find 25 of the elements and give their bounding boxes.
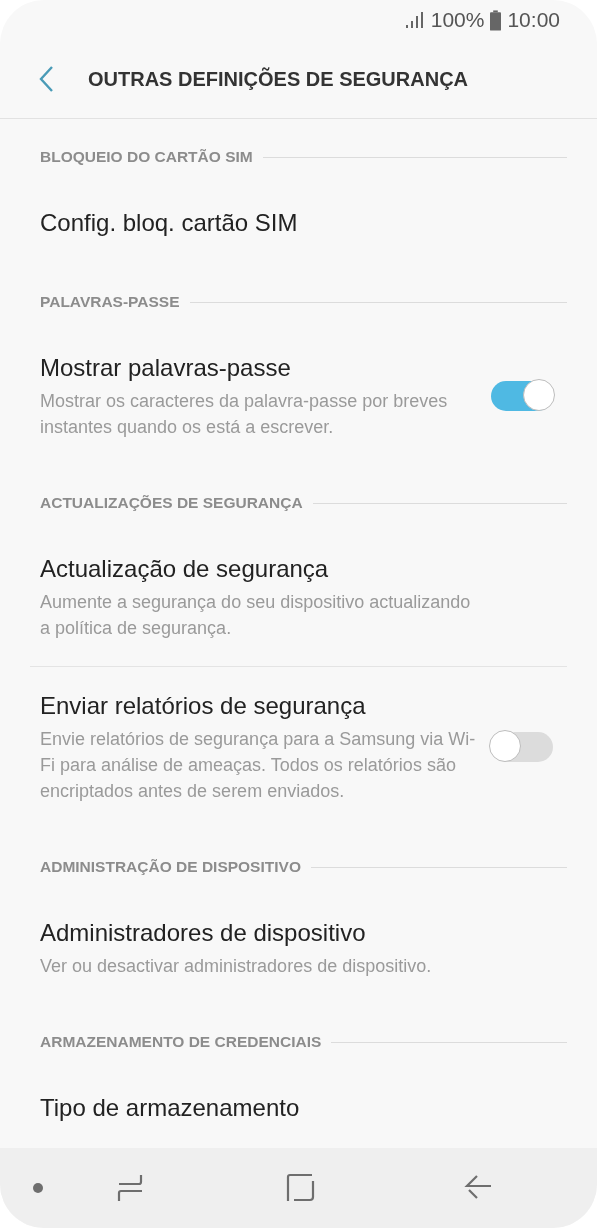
dot-icon[interactable] bbox=[32, 1182, 44, 1194]
section-heading: PALAVRAS-PASSE bbox=[40, 293, 180, 311]
setting-title[interactable]: Tipo de armazenamento bbox=[40, 1092, 553, 1124]
recent-apps-icon[interactable] bbox=[116, 1173, 144, 1203]
setting-title[interactable]: Actualização de segurança bbox=[40, 553, 553, 585]
clock: 10:00 bbox=[507, 8, 560, 32]
setting-description: Aumente a segurança do seu dispositivo actualizando a política de segurança. bbox=[40, 591, 472, 640]
section-heading: BLOQUEIO DO CARTÃO SIM bbox=[40, 148, 253, 166]
toggle-switch[interactable] bbox=[491, 732, 553, 762]
setting-description: Mostrar os caracteres da palavra-passe por breves instantes quando os está a escrever. bbox=[40, 390, 449, 439]
setting-title[interactable]: Mostrar palavras-passe bbox=[40, 352, 481, 384]
section-heading: ACTUALIZAÇÕES DE SEGURANÇA bbox=[40, 494, 303, 512]
home-icon[interactable] bbox=[286, 1173, 316, 1203]
setting-description: Envie relatórios de segurança para a Samsung via Wi-Fi para análise de ameaças. Todos os relatórios são encriptados antes de serem enviados. bbox=[40, 728, 477, 803]
battery-icon bbox=[490, 9, 502, 31]
page-title: OUTRAS DEFINIÇÕES DE SEGURANÇA bbox=[88, 67, 469, 91]
setting-title[interactable]: Enviar relatórios de segurança bbox=[40, 690, 481, 722]
setting-title[interactable]: Administradores de dispositivo bbox=[40, 917, 553, 949]
section-heading: ADMINISTRAÇÃO DE DISPOSITIVO bbox=[40, 858, 301, 876]
signal-icon bbox=[404, 11, 425, 29]
setting-title[interactable]: Config. bloq. cartão SIM bbox=[40, 207, 553, 239]
section-heading: ARMAZENAMENTO DE CREDENCIAIS bbox=[40, 1033, 322, 1051]
setting-description: Ver ou desactivar administradores de dispositivo. bbox=[40, 955, 433, 978]
toggle-switch[interactable] bbox=[491, 381, 553, 411]
battery-level: 100% bbox=[430, 8, 485, 32]
